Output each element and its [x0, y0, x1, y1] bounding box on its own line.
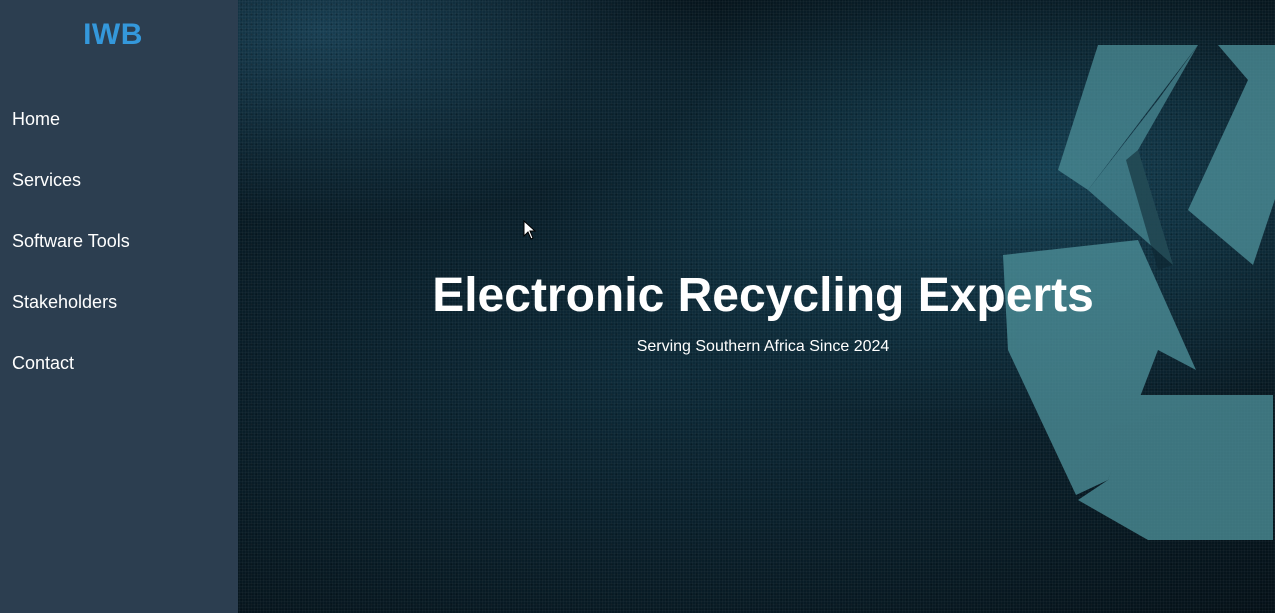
nav-item-contact[interactable]: Contact — [0, 333, 238, 394]
main-nav: Home Services Software Tools Stakeholder… — [0, 89, 238, 394]
mouse-pointer-icon — [523, 220, 537, 240]
page: IWB Home Services Software Tools Stakeho… — [0, 0, 1275, 613]
hero-subtitle: Serving Southern Africa Since 2024 — [636, 338, 890, 355]
nav-item-stakeholders[interactable]: Stakeholders — [0, 272, 238, 333]
sidebar: IWB Home Services Software Tools Stakeho… — [0, 0, 238, 613]
nav-item-software-tools[interactable]: Software Tools — [0, 211, 238, 272]
hero-section: Electronic Recycling Experts Serving Sou… — [238, 0, 1275, 613]
hero-title: Electronic Recycling Experts — [432, 269, 1094, 322]
site-logo[interactable]: IWB — [0, 18, 226, 52]
nav-item-home[interactable]: Home — [0, 89, 238, 150]
nav-item-services[interactable]: Services — [0, 150, 238, 211]
